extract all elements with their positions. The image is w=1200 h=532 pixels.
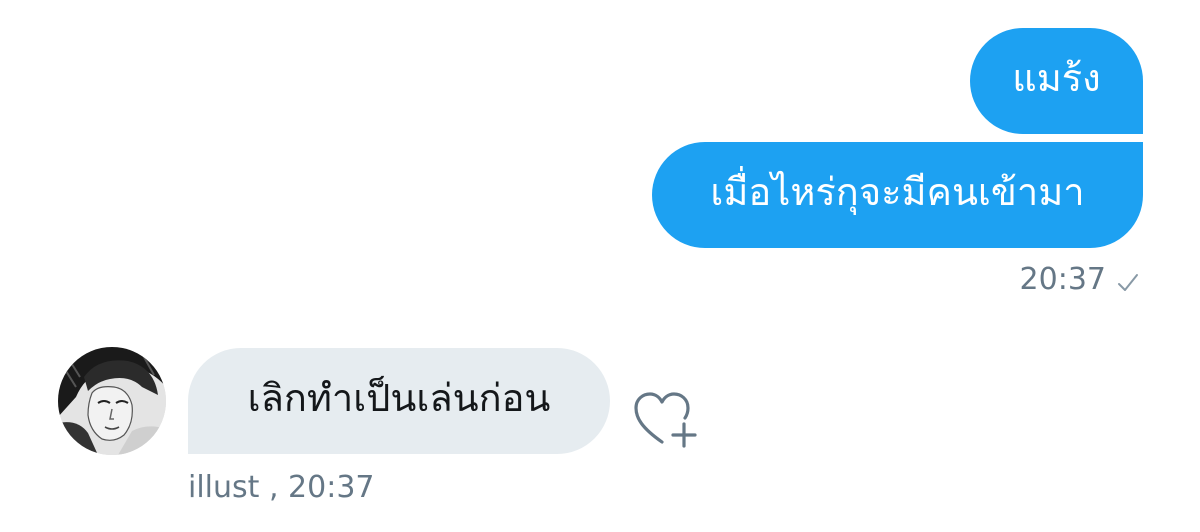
avatar[interactable] [58, 347, 166, 455]
message-text: เมื่อไหร่กุจะมีคนเข้ามา [710, 170, 1085, 214]
sent-message-bubble[interactable]: เมื่อไหร่กุจะมีคนเข้ามา [652, 142, 1143, 248]
react-heart-button[interactable] [632, 390, 702, 450]
message-text: แมร้ง [1012, 56, 1101, 100]
message-timestamp: 20:37 [1019, 262, 1106, 297]
sent-message-meta: 20:37 [1020, 262, 1140, 297]
received-message-meta: illust , 20:37 [188, 470, 375, 505]
message-text: เลิกทำเป็นเล่นก่อน [247, 376, 551, 420]
sender-name[interactable]: illust [188, 470, 259, 505]
meta-separator: , [259, 470, 279, 505]
heart-plus-icon [634, 392, 697, 448]
sent-message-bubble[interactable]: แมร้ง [970, 28, 1143, 134]
received-message-bubble[interactable]: เลิกทำเป็นเล่นก่อน [188, 348, 610, 454]
check-icon [1116, 268, 1140, 292]
message-timestamp: 20:37 [288, 470, 375, 505]
